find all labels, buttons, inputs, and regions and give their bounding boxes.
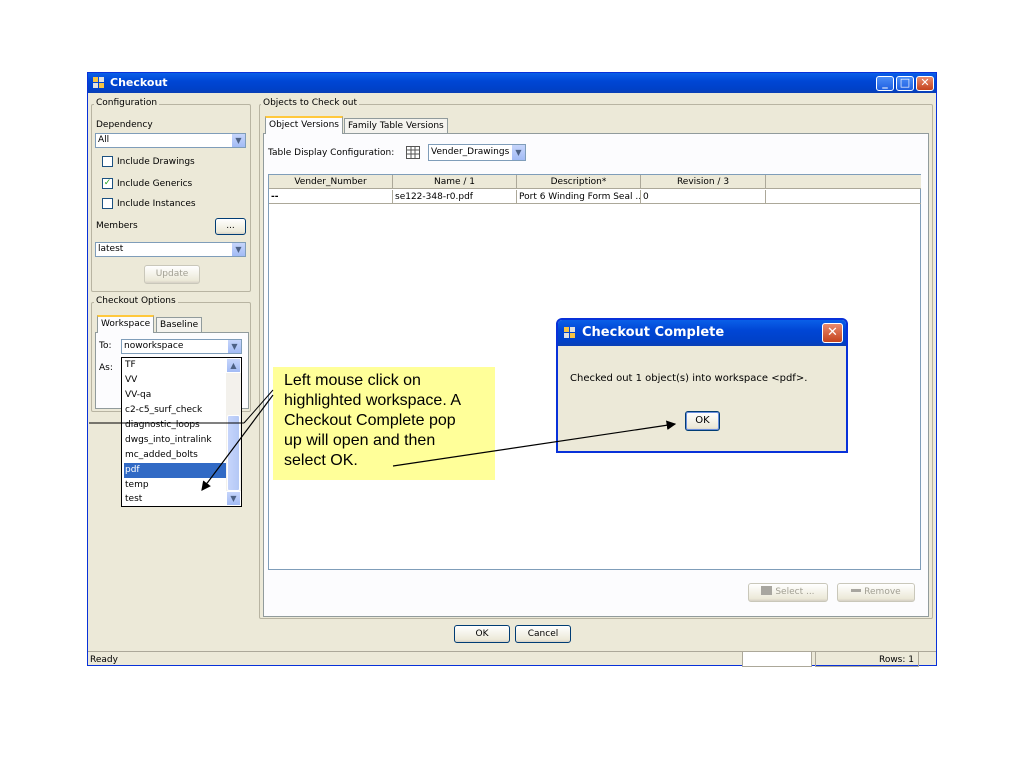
rows-field: Rows: 1 [815, 651, 919, 667]
as-label: As: [99, 363, 113, 373]
chevron-down-icon[interactable]: ▼ [511, 145, 525, 160]
dependency-value: All [98, 135, 110, 145]
title-bar[interactable]: Checkout _ □ ✕ [88, 73, 936, 93]
dialog-title: Checkout Complete [582, 325, 725, 340]
objects-group-label: Objects to Check out [261, 98, 360, 108]
to-workspace-value: noworkspace [124, 341, 184, 351]
include-instances-checkbox[interactable] [102, 198, 113, 209]
list-item[interactable]: VV-qa [124, 388, 227, 403]
column-header-empty[interactable] [766, 175, 921, 189]
column-header-name[interactable]: Name / 1 [393, 175, 517, 189]
tab-baseline[interactable]: Baseline [156, 317, 203, 333]
list-scrollbar[interactable]: ▲ ▼ [226, 358, 241, 506]
include-generics-label: Include Generics [117, 179, 193, 189]
note-line: Left mouse click on [284, 372, 421, 389]
table-config-value: Vender_Drawings [431, 147, 510, 157]
checkout-complete-dialog: Checkout Complete ✕ Checked out 1 object… [556, 318, 848, 453]
table-cell-description[interactable]: Port 6 Winding Form Seal ... [517, 190, 641, 204]
close-icon[interactable]: ✕ [916, 76, 934, 91]
note-line: up will open and then [284, 432, 436, 449]
select-button-label: Select ... [775, 587, 815, 597]
list-item[interactable]: VV [124, 373, 227, 388]
note-line: select OK. [284, 452, 358, 469]
include-drawings-label: Include Drawings [117, 157, 195, 167]
chevron-down-icon[interactable]: ▼ [231, 134, 245, 147]
list-item[interactable]: test [124, 493, 227, 505]
ok-button[interactable]: OK [454, 625, 510, 643]
include-generics-checkbox[interactable]: ✓ [102, 178, 113, 189]
list-item[interactable]: diagnostic_loops [124, 418, 227, 433]
tab-workspace[interactable]: Workspace [97, 315, 155, 333]
select-icon [761, 586, 773, 595]
members-label: Members [96, 221, 138, 231]
remove-button[interactable]: Remove [837, 583, 915, 602]
status-text: Ready [90, 655, 118, 665]
include-drawings-checkbox[interactable] [102, 156, 113, 167]
checkout-options-group-label: Checkout Options [94, 296, 178, 306]
minimize-icon[interactable]: _ [876, 76, 894, 91]
app-icon [92, 76, 105, 89]
table-grid-icon[interactable] [406, 146, 420, 159]
chevron-down-icon[interactable]: ▼ [227, 340, 241, 353]
remove-button-label: Remove [864, 587, 901, 597]
list-item[interactable]: TF [124, 358, 227, 373]
window-title: Checkout [110, 76, 168, 89]
list-item[interactable]: mc_added_bolts [124, 448, 227, 463]
table-cell-name[interactable]: se122-348-r0.pdf [393, 190, 517, 204]
chevron-down-icon[interactable]: ▼ [231, 243, 245, 256]
dialog-message: Checked out 1 object(s) into workspace <… [570, 373, 808, 384]
table-cell-vender-number[interactable]: -- [269, 190, 393, 204]
note-line: Checkout Complete pop [284, 412, 456, 429]
dependency-label: Dependency [96, 120, 153, 130]
cancel-button[interactable]: Cancel [515, 625, 571, 643]
status-field [742, 651, 812, 667]
table-cell-revision[interactable]: 0 [641, 190, 766, 204]
instruction-note: Left mouse click on highlighted workspac… [273, 367, 495, 480]
scroll-up-icon[interactable]: ▲ [226, 358, 241, 373]
configuration-group-label: Configuration [94, 98, 160, 108]
maximize-icon[interactable]: □ [896, 76, 914, 91]
dialog-app-icon [563, 326, 576, 339]
members-value: latest [98, 244, 124, 254]
list-item[interactable]: dwgs_into_intralink [124, 433, 227, 448]
tab-family-table-versions[interactable]: Family Table Versions [344, 118, 448, 134]
dialog-ok-button[interactable]: OK [685, 411, 720, 431]
tab-object-versions[interactable]: Object Versions [265, 116, 343, 134]
members-browse-button[interactable]: ... [215, 218, 246, 235]
table-config-label: Table Display Configuration: [268, 148, 395, 158]
list-item[interactable]: c2-c5_surf_check [124, 403, 227, 418]
remove-icon [851, 589, 862, 592]
members-select[interactable]: latest ▼ [95, 242, 246, 257]
table-cell-empty[interactable] [766, 190, 921, 204]
dependency-select[interactable]: All ▼ [95, 133, 246, 148]
rows-text: Rows: 1 [878, 655, 914, 665]
dialog-close-icon[interactable]: ✕ [822, 323, 843, 343]
update-button[interactable]: Update [144, 265, 200, 284]
status-bar: Ready Rows: 1 [88, 651, 936, 667]
table-config-select[interactable]: Vender_Drawings ▼ [428, 144, 526, 161]
to-label: To: [99, 341, 112, 351]
column-header-revision[interactable]: Revision / 3 [641, 175, 766, 189]
column-header-vender-number[interactable]: Vender_Number [269, 175, 393, 189]
scroll-down-icon[interactable]: ▼ [226, 491, 241, 506]
list-item-selected[interactable]: pdf [124, 463, 227, 478]
column-header-description[interactable]: Description* [517, 175, 641, 189]
dialog-title-bar[interactable]: Checkout Complete ✕ [558, 320, 846, 346]
note-line: highlighted workspace. A [284, 392, 461, 409]
scroll-thumb[interactable] [227, 415, 240, 491]
to-workspace-select[interactable]: noworkspace ▼ [121, 339, 242, 354]
workspace-dropdown-list[interactable]: TF VV VV-qa c2-c5_surf_check diagnostic_… [121, 357, 242, 507]
select-button[interactable]: Select ... [748, 583, 828, 602]
include-instances-label: Include Instances [117, 199, 196, 209]
list-item[interactable]: temp [124, 478, 227, 493]
